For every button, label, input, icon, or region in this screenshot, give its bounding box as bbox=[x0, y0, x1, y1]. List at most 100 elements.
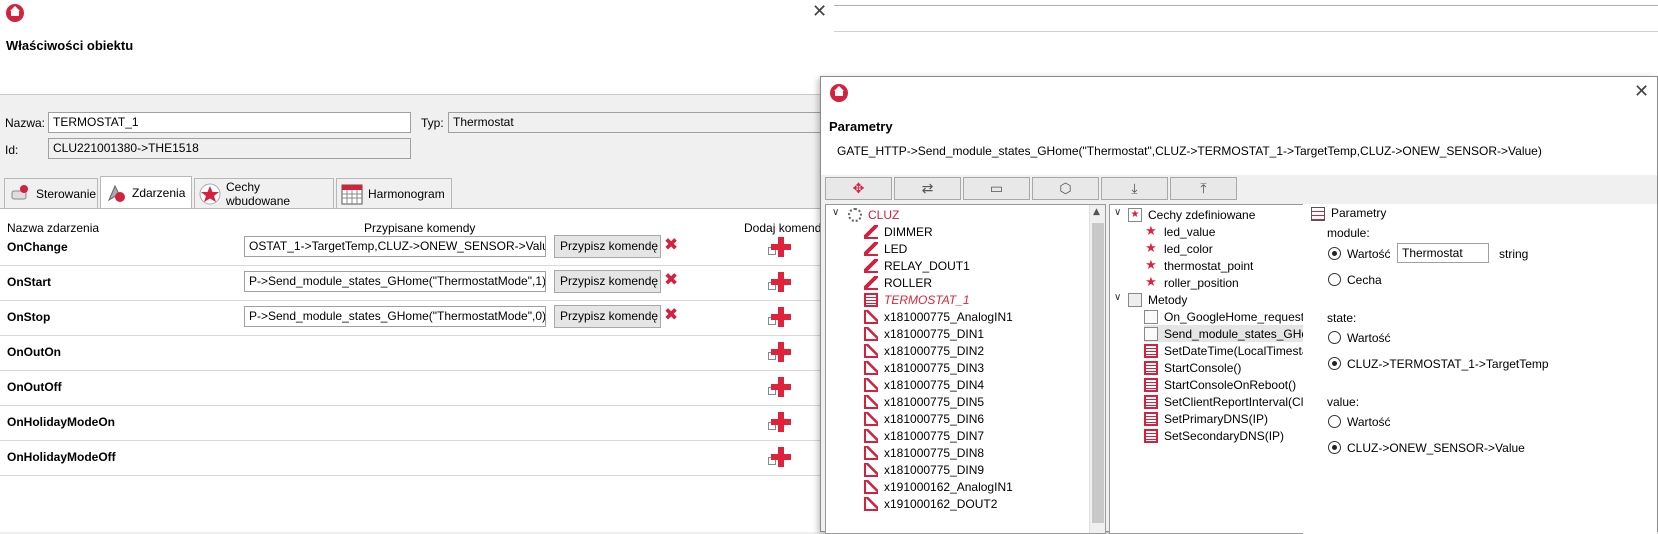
tree-item[interactable]: RELAY_DOUT1 bbox=[864, 257, 970, 274]
tree-item[interactable]: x181000775_DIN3 bbox=[864, 359, 984, 376]
tree-item-label: x181000775_AnalogIN1 bbox=[884, 309, 1013, 324]
value-feature-radio[interactable] bbox=[1328, 441, 1341, 454]
expand-icon[interactable]: ✥ bbox=[825, 177, 892, 200]
feature-label: thermostat_point bbox=[1164, 258, 1254, 273]
feature-item[interactable]: ★ led_value bbox=[1144, 223, 1215, 240]
star-icon: ★ bbox=[1145, 274, 1157, 290]
add-command-icon[interactable] bbox=[768, 412, 791, 432]
tree-item[interactable]: x181000775_DIN6 bbox=[864, 410, 984, 427]
module-icon bbox=[864, 241, 878, 256]
tree-item-label: x191000162_AnalogIN1 bbox=[884, 479, 1013, 494]
tree-scrollbar[interactable]: ▲ bbox=[1089, 205, 1105, 533]
tree-item-label: x181000775_DIN3 bbox=[884, 360, 985, 375]
tree-root[interactable]: CLUZ bbox=[848, 206, 899, 223]
event-row: OnStop P->Send_module_states_GHome("Therm… bbox=[0, 299, 834, 336]
type-field: Thermostat bbox=[448, 112, 834, 133]
event-row: OnHolidayModeOn bbox=[0, 404, 834, 441]
command-field[interactable]: P->Send_module_states_GHome("ThermostatM… bbox=[244, 271, 546, 292]
assign-command-button[interactable]: Przypisz komendę bbox=[554, 235, 661, 258]
assign-command-button[interactable]: Przypisz komendę bbox=[554, 305, 661, 328]
state-feature-radio[interactable] bbox=[1328, 357, 1341, 370]
tree-item[interactable]: LED bbox=[864, 240, 907, 257]
star-icon: ★ bbox=[1145, 223, 1157, 239]
tree-item[interactable]: ROLLER bbox=[864, 274, 932, 291]
tree-item[interactable]: x181000775_DIN1 bbox=[864, 325, 984, 342]
tree-item[interactable]: TERMOSTAT_1 bbox=[864, 291, 970, 308]
module-value-radio[interactable] bbox=[1328, 247, 1341, 260]
tree-item[interactable]: x181000775_DIN7 bbox=[864, 427, 984, 444]
tree-item[interactable]: x181000775_DIN2 bbox=[864, 342, 984, 359]
method-item[interactable]: SetDateTime(LocalTimestamp) bbox=[1144, 342, 1329, 359]
command-field[interactable]: P->Send_module_states_GHome("ThermostatM… bbox=[244, 306, 546, 327]
tree-item[interactable]: x181000775_DIN8 bbox=[864, 444, 984, 461]
module-feature-option: Cecha bbox=[1347, 273, 1382, 287]
state-value-radio[interactable] bbox=[1328, 331, 1341, 344]
io-icon bbox=[864, 479, 878, 494]
module-label: module: bbox=[1327, 226, 1370, 240]
tree-item-label: x181000775_DIN2 bbox=[884, 343, 985, 358]
method-label: StartConsoleOnReboot() bbox=[1164, 377, 1297, 392]
module-value-input[interactable]: Thermostat bbox=[1397, 243, 1489, 263]
event-row: OnStart P->Send_module_states_GHome("Ther… bbox=[0, 264, 834, 301]
tree-item[interactable]: x181000775_DIN9 bbox=[864, 461, 984, 478]
tree-item-label: x181000775_DIN1 bbox=[884, 326, 985, 341]
value-value-radio[interactable] bbox=[1328, 415, 1341, 428]
features-header[interactable]: ★ Cechy zdefiniowane bbox=[1128, 206, 1255, 223]
methods-header[interactable]: Metody bbox=[1128, 291, 1187, 308]
method-item[interactable]: SetSecondaryDNS(IP) bbox=[1144, 427, 1284, 444]
io-icon bbox=[864, 445, 878, 460]
command-field[interactable]: OSTAT_1->TargetTemp,CLUZ->ONEW_SENSOR->V… bbox=[244, 236, 546, 257]
assign-command-button[interactable]: Przypisz komendę bbox=[554, 270, 661, 293]
tab-zdarzenia[interactable]: Zdarzenia bbox=[100, 176, 192, 208]
delete-icon[interactable]: ✖ bbox=[664, 306, 678, 324]
add-command-icon[interactable] bbox=[768, 237, 791, 257]
delete-icon[interactable]: ✖ bbox=[664, 236, 678, 254]
import-icon[interactable]: ⤓ bbox=[1101, 177, 1168, 200]
tree-item[interactable]: DIMMER bbox=[864, 223, 933, 240]
scroll-thumb[interactable] bbox=[1092, 223, 1104, 523]
rectangle-icon[interactable]: ▭ bbox=[963, 177, 1030, 200]
tab-harmonogram[interactable]: Harmonogram bbox=[336, 178, 452, 208]
feature-label: led_color bbox=[1164, 241, 1213, 256]
add-command-icon[interactable] bbox=[768, 447, 791, 467]
module-feature-radio[interactable] bbox=[1328, 273, 1341, 286]
add-command-icon[interactable] bbox=[768, 377, 791, 397]
export-icon[interactable]: ⤒ bbox=[1170, 177, 1237, 200]
chevron-down-icon[interactable]: ∨ bbox=[1114, 292, 1121, 303]
tab-label: Harmonogram bbox=[368, 186, 445, 201]
add-command-icon[interactable] bbox=[768, 272, 791, 292]
tree-item[interactable]: x181000775_AnalogIN1 bbox=[864, 308, 1013, 325]
doc-icon bbox=[1144, 326, 1158, 341]
tab-cechy-wbudowane[interactable]: Cechy wbudowane bbox=[194, 178, 334, 208]
name-label: Nazwa: bbox=[5, 116, 46, 130]
tree-item[interactable]: x191000162_DOUT2 bbox=[864, 495, 997, 512]
method-item[interactable]: StartConsole() bbox=[1144, 359, 1241, 376]
id-label: Id: bbox=[5, 143, 19, 157]
name-field[interactable]: TERMOSTAT_1 bbox=[48, 112, 411, 133]
close-icon[interactable]: ✕ bbox=[812, 1, 827, 22]
delete-icon[interactable]: ✖ bbox=[664, 271, 678, 289]
io-icon bbox=[864, 309, 878, 324]
chevron-down-icon[interactable]: ∨ bbox=[1114, 207, 1121, 218]
events-grid: Nazwa zdarzenia Przypisane komendy Dodaj… bbox=[0, 208, 834, 532]
add-command-icon[interactable] bbox=[768, 307, 791, 327]
event-name: OnStart bbox=[7, 275, 52, 289]
tree-item[interactable]: x181000775_DIN5 bbox=[864, 393, 984, 410]
parameters-header-label: Parametry bbox=[1331, 206, 1387, 220]
method-item[interactable]: SetPrimaryDNS(IP) bbox=[1144, 410, 1268, 427]
feature-item[interactable]: ★ led_color bbox=[1144, 240, 1213, 257]
cube-icon[interactable]: ⬡ bbox=[1032, 177, 1099, 200]
chevron-down-icon[interactable]: ∨ bbox=[832, 207, 839, 218]
tab-label: Zdarzenia bbox=[132, 185, 186, 200]
add-command-icon[interactable] bbox=[768, 342, 791, 362]
scroll-up-icon[interactable]: ▲ bbox=[1093, 207, 1100, 217]
tree-item[interactable]: x181000775_DIN4 bbox=[864, 376, 984, 393]
close-icon[interactable]: ✕ bbox=[1634, 81, 1649, 102]
tab-sterowanie[interactable]: Sterowanie bbox=[4, 178, 98, 208]
doc-icon bbox=[1144, 309, 1158, 324]
feature-item[interactable]: ★ roller_position bbox=[1144, 274, 1239, 291]
swap-icon[interactable]: ⇄ bbox=[894, 177, 961, 200]
method-item[interactable]: StartConsoleOnReboot() bbox=[1144, 376, 1296, 393]
feature-item[interactable]: ★ thermostat_point bbox=[1144, 257, 1253, 274]
tree-item[interactable]: x191000162_AnalogIN1 bbox=[864, 478, 1013, 495]
